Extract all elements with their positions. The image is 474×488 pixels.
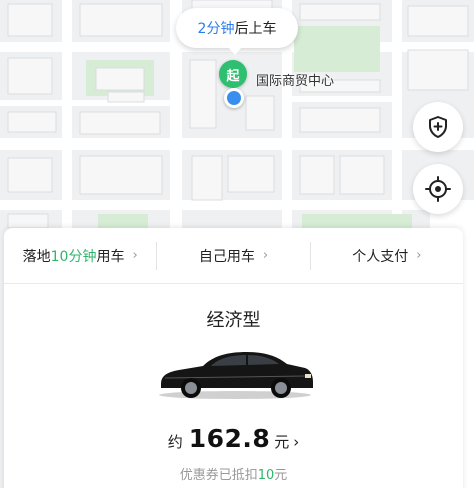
price-amount: 162.8: [188, 424, 271, 453]
option-landing-minutes: 10分钟: [50, 248, 97, 265]
option-rider-label: 自己用车: [198, 248, 255, 265]
pickup-eta-suffix: 后上车: [234, 21, 277, 37]
option-landing-suffix: 用车: [96, 248, 125, 265]
price-prefix: 约: [167, 433, 183, 451]
discount-unit: 元: [274, 468, 288, 483]
chevron-right-icon: ›: [262, 248, 269, 263]
start-location-dot: [224, 88, 244, 108]
pickup-eta-bubble: 2分钟 后上车: [176, 8, 298, 55]
coupon-discount: 优惠券已抵扣10元: [4, 464, 463, 483]
price-estimate[interactable]: 约 162.8 元 ›: [4, 424, 463, 453]
ride-options-bar: 落地 10分钟 用车 › 自己用车 › 个人支付 ›: [4, 228, 463, 284]
option-payment-label: 个人支付: [352, 248, 409, 265]
shield-plus-icon: [429, 116, 447, 138]
start-marker: 起: [219, 60, 247, 88]
option-rider[interactable]: 自己用车 ›: [156, 241, 309, 270]
ride-sheet: 落地 10分钟 用车 › 自己用车 › 个人支付 › 经济型 约 162.8 元 ›…: [4, 228, 463, 488]
car-image: [159, 352, 313, 399]
discount-prefix: 优惠券已抵扣: [179, 468, 258, 483]
option-landing-prefix: 落地: [22, 248, 51, 265]
chevron-right-icon: ›: [416, 248, 422, 263]
option-landing-pickup[interactable]: 落地 10分钟 用车 ›: [4, 242, 156, 270]
chevron-right-icon: ›: [293, 433, 300, 451]
car-type-title: 经济型: [206, 310, 261, 331]
locate-button[interactable]: [413, 164, 463, 214]
discount-amount: 10: [257, 468, 275, 483]
pickup-eta-minutes: 2分钟: [197, 21, 235, 37]
option-payment[interactable]: 个人支付 ›: [309, 241, 463, 270]
locate-icon: [425, 176, 451, 202]
pickup-place-label: 国际商贸中心: [256, 74, 335, 89]
safety-button[interactable]: [413, 102, 463, 152]
price-unit: 元: [274, 433, 290, 451]
chevron-right-icon: ›: [132, 248, 138, 263]
